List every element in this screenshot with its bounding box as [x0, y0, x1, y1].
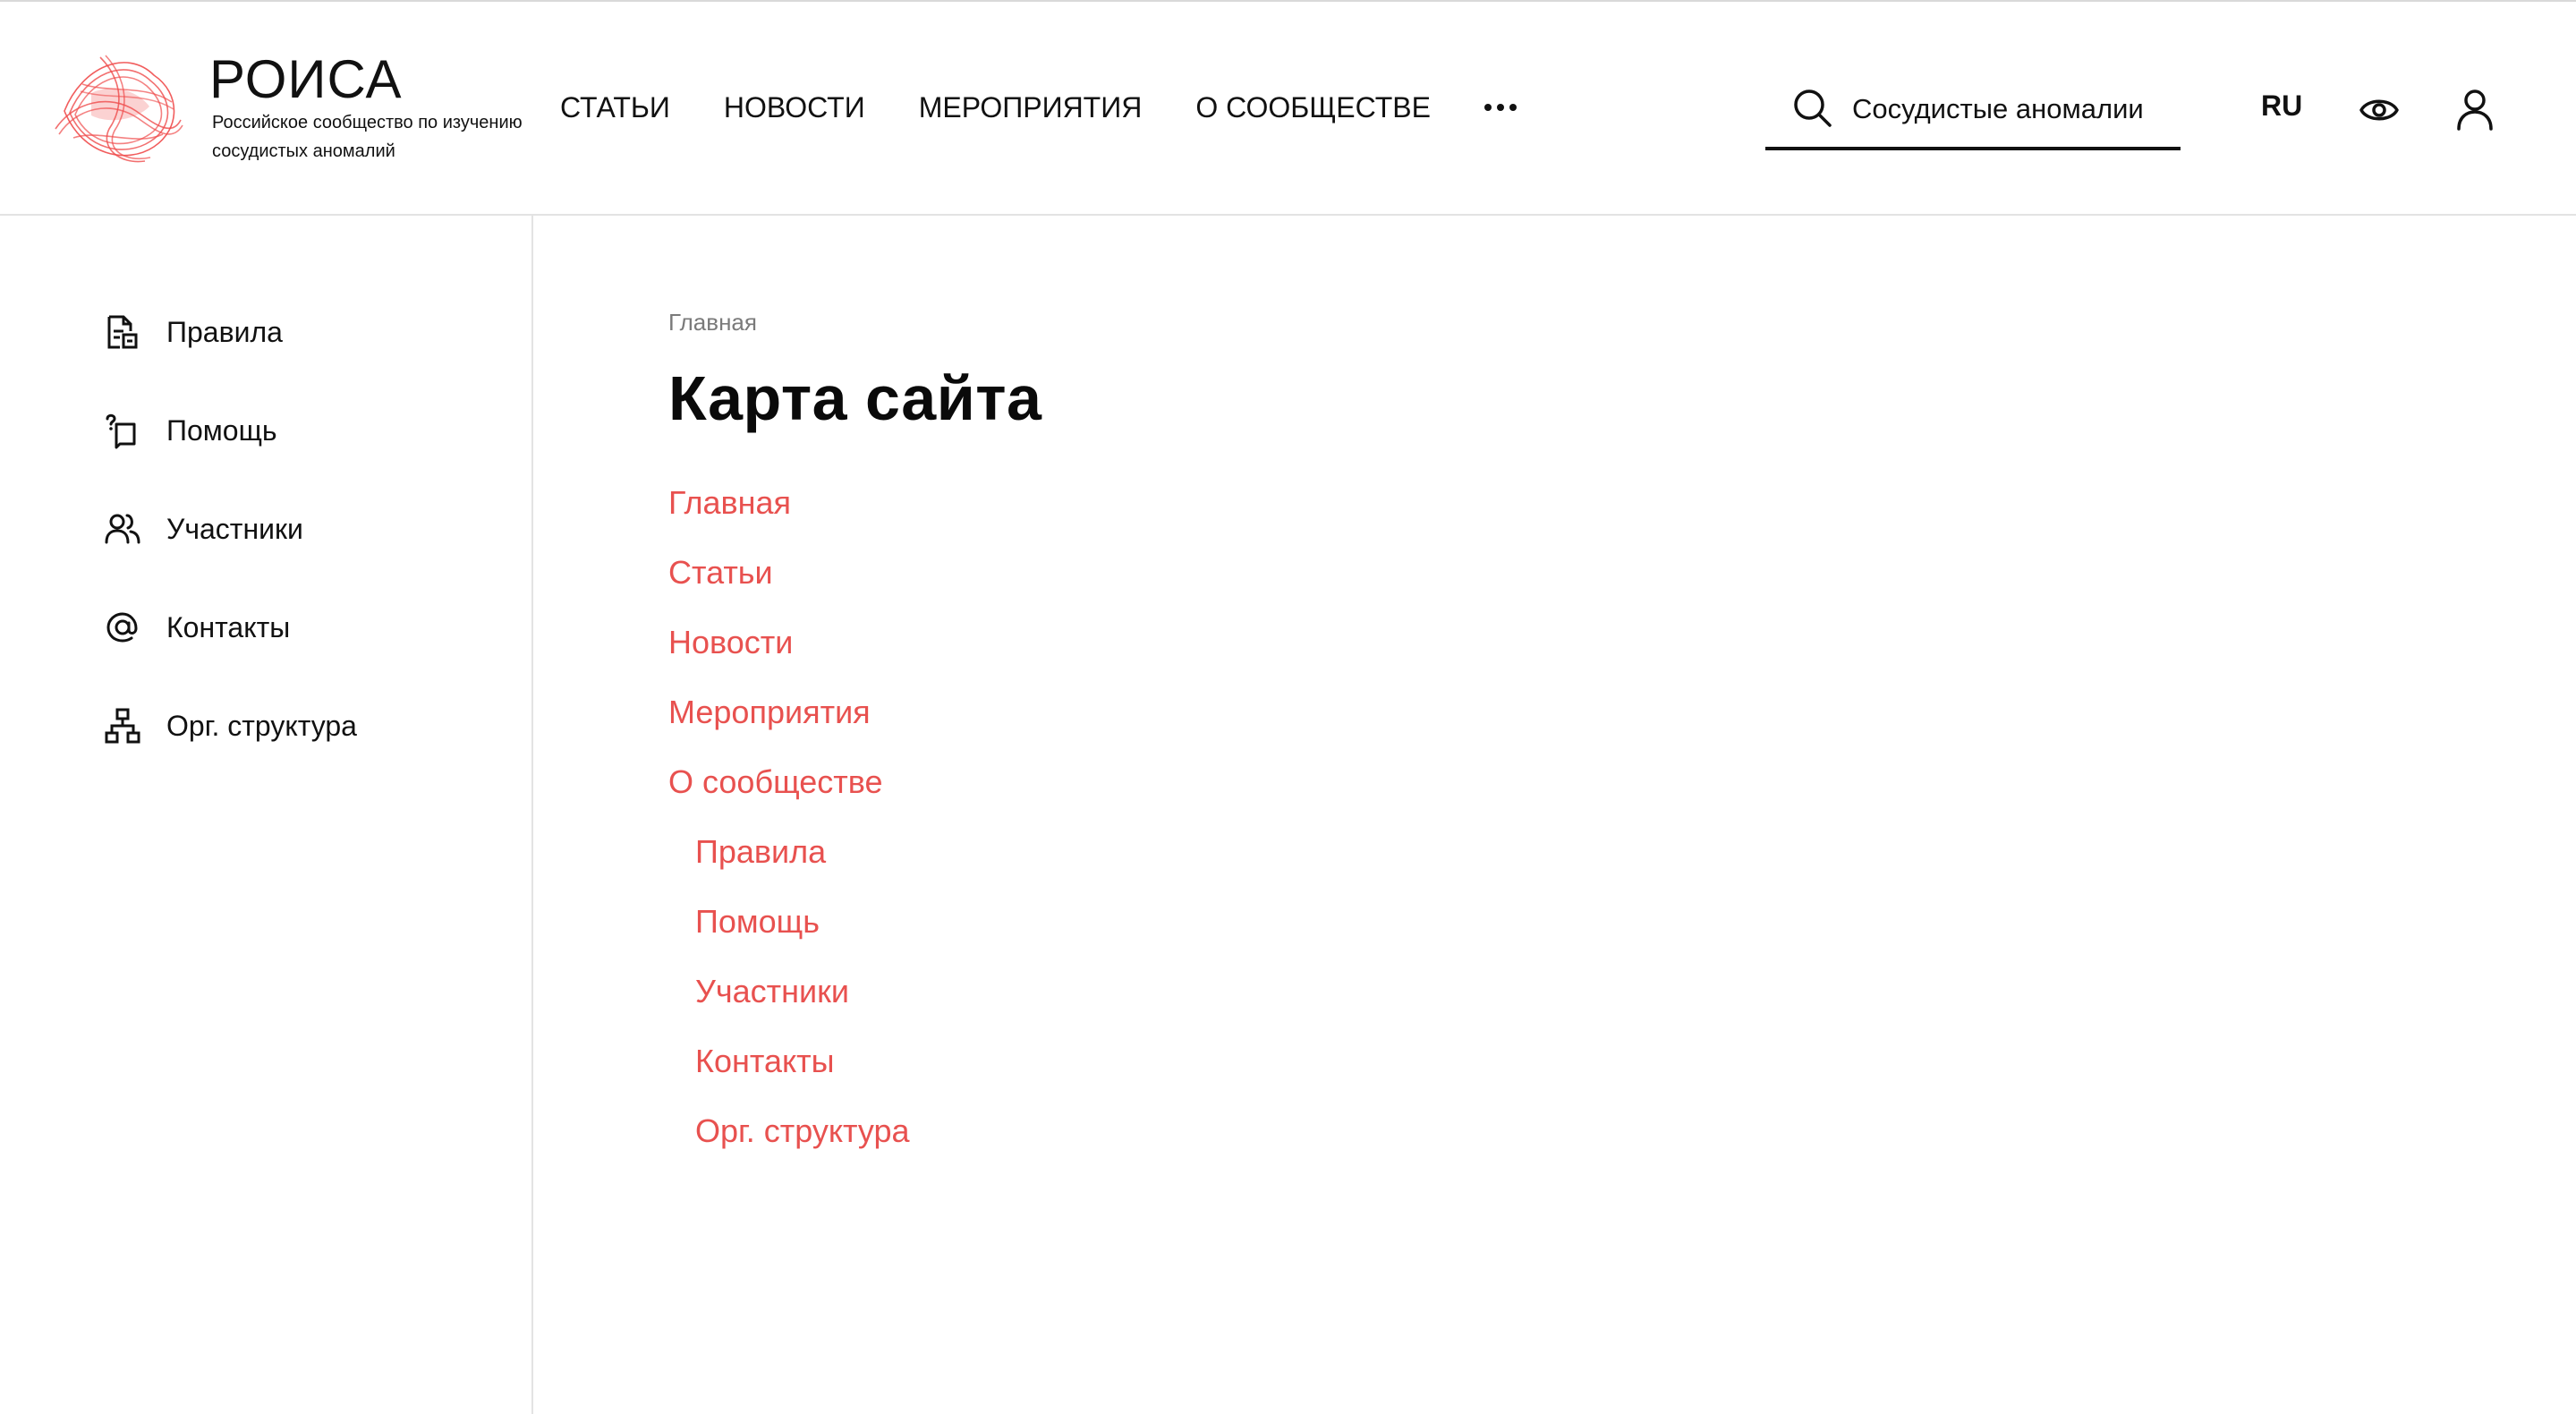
page: РОИСА Российское сообщество по изучению …	[0, 0, 2576, 1414]
language-switcher[interactable]: RU	[2261, 89, 2302, 123]
sitemap-list: Главная Статьи Новости Мероприятия О соо…	[668, 468, 910, 1166]
search-icon[interactable]	[1792, 88, 1833, 129]
sitemap-link-about[interactable]: О сообществе	[668, 747, 910, 817]
sidebar-item-help[interactable]: Помощь	[104, 408, 277, 453]
sidebar-item-label: Контакты	[166, 610, 291, 643]
nav-item-news[interactable]: НОВОСТИ	[724, 88, 865, 127]
dot	[1484, 104, 1492, 111]
sidebar-item-label: Помощь	[166, 413, 277, 447]
sidebar: Правила Помощь Участники Контакты Орг. с…	[0, 216, 533, 1414]
logo-mark-icon	[55, 55, 183, 163]
dot	[1509, 104, 1517, 111]
logo-subtitle: Российское сообщество по изучению сосуди…	[212, 113, 523, 161]
sidebar-item-label: Орг. структура	[166, 709, 357, 742]
dot	[1496, 104, 1504, 111]
eye-icon[interactable]	[2359, 91, 2400, 129]
sitemap-link-news[interactable]: Новости	[668, 608, 910, 677]
org-structure-icon	[105, 708, 140, 744]
site-header: РОИСА Российское сообщество по изучению …	[0, 0, 2576, 216]
main-content: Главная Карта сайта Главная Статьи Новос…	[668, 216, 2458, 1290]
sidebar-item-rules[interactable]: Правила	[104, 310, 283, 354]
members-icon	[105, 514, 140, 544]
sidebar-item-org-structure[interactable]: Орг. структура	[104, 703, 357, 748]
rules-document-icon	[107, 315, 138, 349]
help-icon	[106, 413, 136, 449]
sitemap-link-events[interactable]: Мероприятия	[668, 677, 910, 747]
nav-item-events[interactable]: МЕРОПРИЯТИЯ	[919, 88, 1143, 127]
sitemap-link-contacts[interactable]: Контакты	[668, 1026, 910, 1096]
sitemap-link-members[interactable]: Участники	[668, 957, 910, 1026]
site-logo[interactable]: РОИСА Российское сообщество по изучению …	[47, 48, 523, 174]
search-input[interactable]	[1852, 84, 2161, 134]
sitemap-link-articles[interactable]: Статьи	[668, 538, 910, 608]
at-sign-icon	[106, 612, 138, 643]
logo-title: РОИСА	[209, 49, 403, 109]
sitemap-link-home[interactable]: Главная	[668, 468, 910, 538]
sitemap-link-org-structure[interactable]: Орг. структура	[668, 1096, 910, 1166]
sidebar-item-contacts[interactable]: Контакты	[104, 605, 290, 650]
breadcrumb-home[interactable]: Главная	[668, 309, 757, 336]
sidebar-item-members[interactable]: Участники	[104, 507, 303, 551]
sidebar-item-label: Правила	[166, 315, 283, 348]
search-box	[1765, 75, 2181, 150]
page-title: Карта сайта	[668, 363, 1042, 433]
sitemap-link-help[interactable]: Помощь	[668, 887, 910, 957]
sidebar-item-label: Участники	[166, 512, 303, 545]
more-dots-icon[interactable]	[1484, 88, 1517, 127]
main-nav: СТАТЬИ НОВОСТИ МЕРОПРИЯТИЯ О СООБЩЕСТВЕ	[560, 88, 1517, 127]
user-icon[interactable]	[2455, 88, 2495, 131]
nav-item-about[interactable]: О СООБЩЕСТВЕ	[1195, 88, 1431, 127]
sitemap-link-rules[interactable]: Правила	[668, 817, 910, 887]
nav-item-articles[interactable]: СТАТЬИ	[560, 88, 670, 127]
